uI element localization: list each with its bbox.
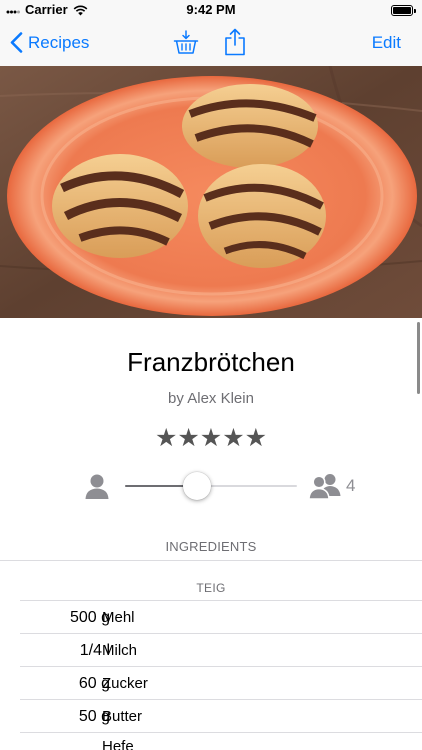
recipe-author: by Alex Klein — [168, 390, 254, 407]
rating-stars[interactable]: ★★★★★ — [0, 423, 422, 453]
person-icon — [84, 472, 110, 505]
edit-button[interactable]: Edit — [372, 33, 401, 53]
status-bar: Carrier 9:42 PM — [0, 0, 422, 20]
ingredient-group-header: TEIG — [196, 581, 226, 595]
status-time: 9:42 PM — [186, 2, 236, 17]
recipe-title: Franzbrötchen — [127, 347, 295, 377]
ingredient-row[interactable]: 1/4 l Milch — [20, 634, 422, 667]
recipe-photo — [0, 66, 422, 318]
share-button[interactable] — [224, 28, 246, 61]
servings-slider[interactable] — [125, 472, 297, 500]
navigation-bar: Recipes Edit — [0, 20, 422, 66]
basket-download-icon — [173, 30, 199, 59]
ingredient-name: Butter — [102, 708, 143, 725]
ingredients-section-header: INGREDIENTS — [165, 539, 257, 554]
ingredient-name: Mehl — [102, 609, 135, 626]
ingredient-row[interactable]: 60 g Zucker — [20, 667, 422, 700]
people-icon — [308, 472, 342, 505]
ingredient-row[interactable]: Hefe — [20, 733, 422, 750]
servings-count: 4 — [346, 476, 356, 495]
slider-thumb[interactable] — [183, 472, 212, 500]
battery-icon — [391, 5, 416, 16]
ingredient-name: Hefe — [102, 738, 134, 750]
ingredient-row[interactable]: 50 g Butter — [20, 700, 422, 733]
chevron-left-icon — [10, 32, 23, 53]
servings-control: 4 — [0, 468, 422, 504]
ingredient-name: Milch — [102, 642, 138, 659]
ingredient-name: Zucker — [102, 675, 148, 692]
add-to-shopping-list-button[interactable] — [173, 29, 199, 60]
share-icon — [224, 28, 246, 60]
section-divider — [0, 560, 422, 561]
ingredient-row[interactable]: 500 g Mehl — [20, 601, 422, 634]
back-button-label: Recipes — [28, 32, 90, 52]
back-button[interactable]: Recipes — [10, 32, 89, 53]
